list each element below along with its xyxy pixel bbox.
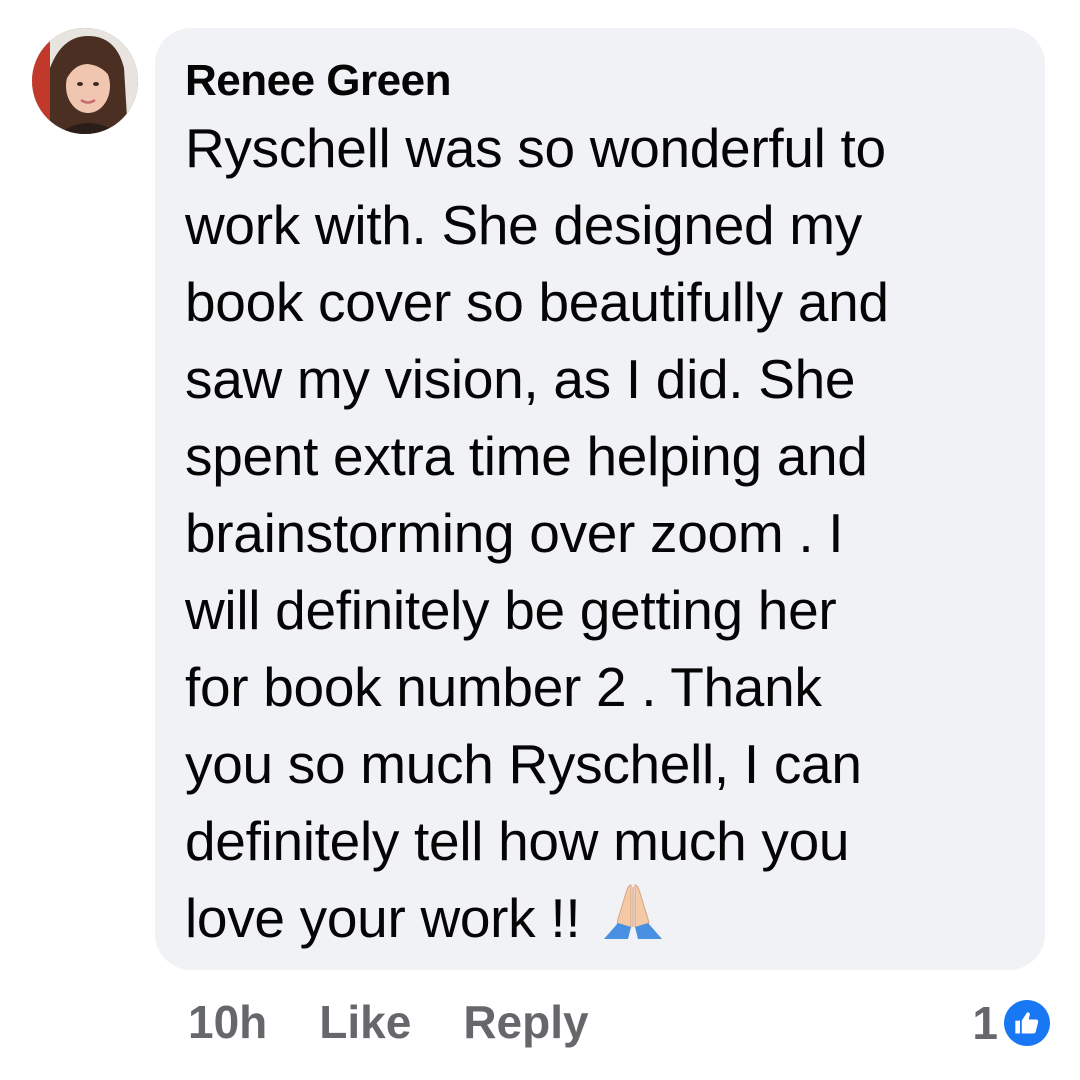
folded-hands-icon <box>598 881 668 941</box>
reaction-count: 1 <box>972 997 998 1049</box>
comment-timestamp[interactable]: 10h <box>188 995 267 1049</box>
comment-text-line: Ryschell was so wonderful to <box>185 117 886 179</box>
comment-text-line: spent extra time helping and <box>185 425 868 487</box>
comment-text-line-last: love your work !! <box>185 880 1035 957</box>
like-button[interactable]: Like <box>319 995 411 1049</box>
avatar[interactable] <box>32 28 138 134</box>
comment-text-line: book cover so beautifully and <box>185 271 889 333</box>
comment-actions: 10h Like Reply <box>188 992 589 1052</box>
reply-button[interactable]: Reply <box>463 995 588 1049</box>
comment-text-line: saw my vision, as I did. She <box>185 348 856 410</box>
comment-bubble: Renee Green Ryschell was so wonderful to… <box>155 28 1045 970</box>
comment-text-line: work with. She designed my <box>185 194 862 256</box>
comment-text-line: brainstorming over zoom . I <box>185 502 844 564</box>
comment-text-line: for book number 2 . Thank <box>185 656 822 718</box>
comment: Renee Green Ryschell was so wonderful to… <box>0 0 1080 1080</box>
comment-text-line-content: love your work !! <box>185 887 581 949</box>
comment-author[interactable]: Renee Green <box>185 54 1015 108</box>
comment-text: Ryschell was so wonderful to work with. … <box>185 110 1035 957</box>
thumbs-up-icon <box>1004 1000 1050 1046</box>
comment-text-line: you so much Ryschell, I can <box>185 733 862 795</box>
comment-text-line: will definitely be getting her <box>185 579 837 641</box>
reaction-summary[interactable]: 1 <box>972 996 1050 1050</box>
comment-text-line: definitely tell how much you <box>185 810 850 872</box>
